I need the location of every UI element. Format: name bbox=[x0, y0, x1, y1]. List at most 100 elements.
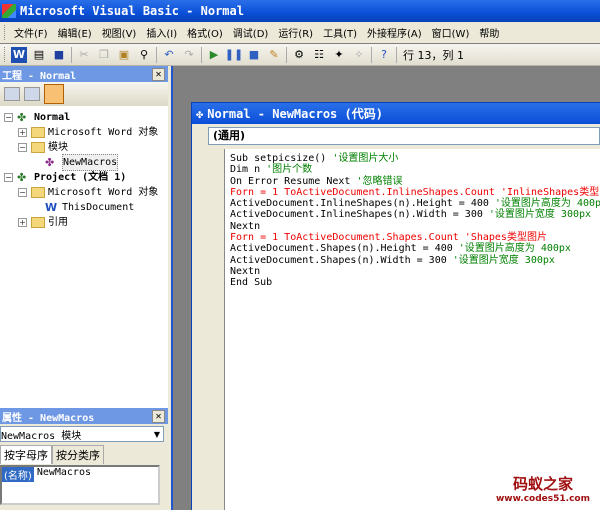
property-value[interactable]: NewMacros bbox=[34, 467, 91, 478]
code-text: ActiveDocument.Shapes(n).Width = 300 bbox=[230, 254, 453, 266]
run-icon[interactable]: ▶ bbox=[206, 47, 222, 63]
properties-window: 属性 - NewMacros ✕ NewMacros 模块 ▼ 按字母序 按分类序 (… bbox=[0, 408, 168, 510]
tree-node[interactable]: + Microsoft Word 对象 bbox=[4, 125, 168, 140]
collapse-icon[interactable]: − bbox=[18, 143, 27, 152]
chevron-down-icon[interactable]: ▼ bbox=[151, 430, 163, 439]
word-view-button[interactable]: W bbox=[11, 46, 27, 63]
tree-node[interactable]: − ✤ Project (文档 1) bbox=[4, 170, 168, 185]
collapse-icon[interactable]: − bbox=[4, 173, 13, 182]
code-line: Sub setpicsize() '设置图片大小 bbox=[230, 153, 600, 164]
collapse-icon[interactable]: − bbox=[4, 113, 13, 122]
code-comment: '设置图片高度为 400px bbox=[458, 243, 571, 255]
menu-item[interactable]: 工具(T) bbox=[318, 25, 362, 40]
object-browser-icon[interactable]: ✦ bbox=[331, 47, 347, 63]
code-text: Nextn bbox=[230, 265, 261, 277]
paste-icon[interactable]: ▣ bbox=[116, 47, 132, 63]
code-line: Nextn bbox=[230, 221, 600, 232]
menu-item[interactable]: 格式(O) bbox=[182, 25, 228, 40]
menu-item[interactable]: 视图(V) bbox=[97, 25, 142, 40]
code-line: Dim n '图片个数 bbox=[230, 164, 600, 175]
separator bbox=[396, 46, 397, 63]
menu-item[interactable]: 调试(D) bbox=[228, 25, 274, 40]
toolbox-icon[interactable]: ✧ bbox=[351, 47, 367, 63]
code-line: On Error Resume Next '忽略错误 bbox=[230, 176, 600, 187]
properties-window-icon[interactable]: ☷ bbox=[311, 47, 327, 63]
tab-alphabetic[interactable]: 按字母序 bbox=[0, 445, 52, 464]
separator bbox=[71, 46, 72, 63]
tab-categorized[interactable]: 按分类序 bbox=[52, 445, 104, 464]
grip-handle[interactable] bbox=[4, 25, 7, 40]
property-grid: (名称) NewMacros bbox=[0, 465, 160, 505]
menu-item[interactable]: 外接程序(A) bbox=[362, 25, 427, 40]
menu-item[interactable]: 编辑(E) bbox=[53, 25, 97, 40]
tree-node[interactable]: − ✤ Normal bbox=[4, 110, 168, 125]
design-mode-icon[interactable]: ✎ bbox=[266, 47, 282, 63]
code-line: Forn = 1 ToActiveDocument.Shapes.Count '… bbox=[230, 232, 600, 243]
object-select[interactable]: NewMacros 模块 ▼ bbox=[0, 426, 164, 442]
tree-node-label: Microsoft Word 对象 bbox=[48, 187, 159, 198]
grip-handle[interactable] bbox=[4, 47, 7, 62]
code-window-title-bar: ✤ Normal - NewMacros (代码) bbox=[192, 103, 600, 124]
project-explorer-icon[interactable]: ⚙ bbox=[291, 47, 307, 63]
tree-node[interactable]: + 引用 bbox=[4, 215, 168, 230]
copy-icon[interactable]: ❐ bbox=[96, 47, 112, 63]
code-editor[interactable]: Sub setpicsize() '设置图片大小 Dim n '图片个数 On Er… bbox=[224, 149, 600, 510]
menu-item[interactable]: 文件(F) bbox=[9, 25, 53, 40]
tree-node-label: 引用 bbox=[48, 217, 68, 228]
code-line: Nextn bbox=[230, 266, 600, 277]
cut-icon[interactable]: ✂ bbox=[76, 47, 92, 63]
object-combo[interactable]: (通用) bbox=[208, 127, 600, 145]
redo-icon[interactable]: ↷ bbox=[181, 47, 197, 63]
tree-node[interactable]: − Microsoft Word 对象 bbox=[4, 185, 168, 200]
code-comment: '设置图片宽度 300px bbox=[488, 209, 592, 221]
module-icon: ✤ bbox=[45, 155, 55, 169]
project-icon: ✤ bbox=[17, 170, 27, 184]
standard-toolbar: W ▤ ■ ✂ ❐ ▣ ⚲ ↶ ↷ ▶ ❚❚ ■ ✎ ⚙ ☷ ✦ ✧ ? 行 1… bbox=[0, 44, 600, 66]
property-name[interactable]: (名称) bbox=[2, 467, 34, 482]
close-icon[interactable]: ✕ bbox=[152, 67, 165, 81]
collapse-icon[interactable]: − bbox=[18, 188, 27, 197]
code-comment: '图片个数 bbox=[266, 164, 313, 176]
watermark-url: www.codes51.com bbox=[495, 494, 590, 504]
code-text: ActiveDocument.InlineShapes(n).Width = 3… bbox=[230, 209, 489, 221]
menu-item[interactable]: 插入(I) bbox=[141, 25, 182, 40]
window-title: Microsoft Visual Basic - Normal bbox=[20, 4, 244, 18]
vba-app-icon bbox=[2, 4, 16, 18]
menu-item[interactable]: 帮助 bbox=[474, 25, 504, 40]
save-button[interactable]: ■ bbox=[51, 47, 67, 63]
break-icon[interactable]: ❚❚ bbox=[226, 47, 242, 63]
expand-icon[interactable]: + bbox=[18, 128, 27, 137]
tree-node-label: Normal bbox=[34, 112, 71, 123]
code-line: End Sub bbox=[230, 277, 600, 288]
help-icon[interactable]: ? bbox=[376, 47, 392, 63]
undo-icon[interactable]: ↶ bbox=[161, 47, 177, 63]
menu-item[interactable]: 窗口(W) bbox=[427, 25, 475, 40]
code-comment: '忽略错误 bbox=[356, 175, 403, 187]
tree-node-label: NewMacros bbox=[62, 154, 119, 171]
code-text: Forn = 1 ToActiveDocument.Shapes.Count '… bbox=[230, 232, 547, 244]
folder-open-icon bbox=[31, 142, 45, 153]
close-icon[interactable]: ✕ bbox=[152, 409, 165, 423]
tree-node[interactable]: − 模块 bbox=[4, 140, 168, 155]
tree-node-label: 模块 bbox=[48, 142, 68, 153]
expand-icon[interactable]: + bbox=[18, 218, 27, 227]
project-icon: ✤ bbox=[17, 110, 27, 124]
reset-icon[interactable]: ■ bbox=[246, 47, 262, 63]
code-text: Dim n bbox=[230, 164, 267, 176]
find-icon[interactable]: ⚲ bbox=[136, 47, 152, 63]
menu-item[interactable]: 运行(R) bbox=[273, 25, 318, 40]
separator bbox=[286, 46, 287, 63]
toggle-folders-icon[interactable] bbox=[44, 84, 64, 104]
insert-module-button[interactable]: ▤ bbox=[31, 47, 47, 63]
module-icon: ✤ bbox=[196, 106, 204, 121]
tree-node-label: Microsoft Word 对象 bbox=[48, 127, 159, 138]
tree-node[interactable]: W ThisDocument bbox=[4, 200, 168, 215]
code-text: ActiveDocument.InlineShapes(n).Height = … bbox=[230, 198, 495, 210]
view-object-icon[interactable] bbox=[24, 87, 40, 101]
separator bbox=[371, 46, 372, 63]
pane-splitter[interactable] bbox=[168, 66, 173, 510]
code-line: ActiveDocument.InlineShapes(n).Width = 3… bbox=[230, 209, 600, 220]
tree-node[interactable]: ✤ NewMacros bbox=[4, 154, 168, 171]
project-tree: − ✤ Normal + Microsoft Word 对象 − 模块 ✤ NewMacros −… bbox=[0, 106, 168, 230]
view-code-icon[interactable] bbox=[4, 87, 20, 101]
